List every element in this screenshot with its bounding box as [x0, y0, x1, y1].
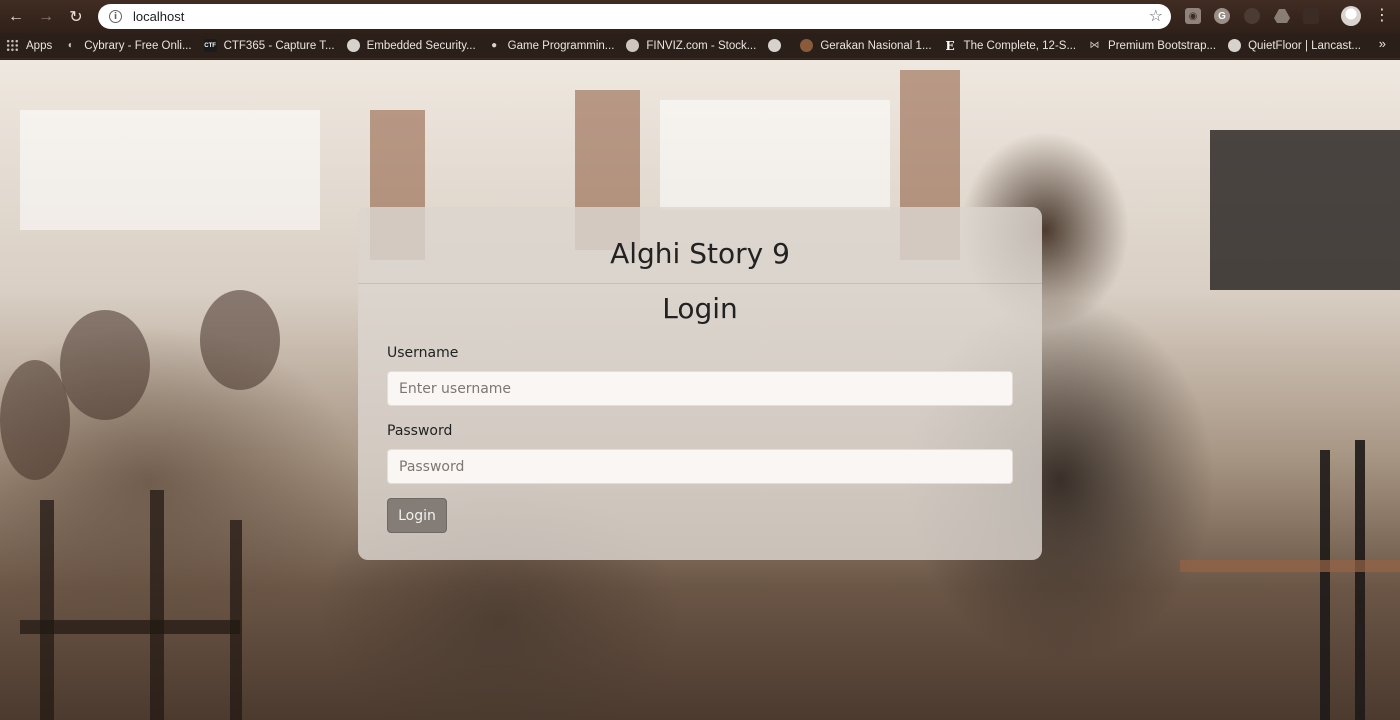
bow-icon: ⋈ [1089, 40, 1100, 51]
pin-icon: ● [491, 40, 498, 51]
bookmark-finviz[interactable]: FINVIZ.com - Stock... [620, 35, 762, 57]
info-icon[interactable]: i [109, 10, 122, 23]
login-button[interactable]: Login [387, 498, 447, 533]
apps-grid-icon [6, 39, 19, 52]
g-extension-icon[interactable]: G [1214, 8, 1230, 24]
address-bar[interactable]: i localhost ☆ [98, 4, 1171, 29]
bookmark-quietfloor[interactable]: QuietFloor | Lancast... [1222, 35, 1367, 57]
finviz-icon [626, 39, 640, 52]
kebab-menu-icon[interactable]: ⋮ [1374, 6, 1390, 26]
globe-icon [768, 39, 782, 52]
url-text[interactable]: localhost [133, 9, 184, 24]
back-arrow-icon[interactable]: ← [2, 3, 30, 31]
forward-arrow-icon[interactable]: → [32, 3, 60, 31]
bookmark-embedded-security[interactable]: Embedded Security... [341, 35, 482, 57]
reload-icon[interactable]: ↻ [62, 3, 90, 31]
browser-toolbar: ← → ↻ i localhost ☆ ◉ G ⋮ [0, 0, 1400, 33]
site-title: Alghi Story 9 [610, 237, 790, 270]
more-bookmarks-chevron-icon[interactable]: » [1379, 36, 1386, 51]
bookmark-cybrary[interactable]: ◐ Cybrary - Free Onli... [58, 35, 197, 57]
username-input[interactable] [387, 371, 1013, 406]
e-icon: E [945, 38, 955, 53]
login-card: Alghi Story 9 Login Username Password Lo… [358, 207, 1042, 560]
globe-icon [1228, 39, 1242, 52]
extension-icon[interactable] [1244, 8, 1260, 24]
divider [358, 283, 1042, 284]
login-heading: Login [662, 292, 738, 325]
password-input[interactable] [387, 449, 1013, 484]
camera-extension-icon[interactable]: ◉ [1185, 8, 1201, 24]
bookmark-gerakan-nasional[interactable]: Gerakan Nasional 1... [794, 35, 937, 57]
bookmark-game-programming[interactable]: ● Game Programmin... [482, 35, 621, 57]
bookmark-ctf365[interactable]: CTF CTF365 - Capture T... [198, 35, 341, 57]
drive-extension-icon[interactable] [1274, 8, 1290, 24]
extension-icon-2[interactable] [1303, 8, 1319, 24]
cybrary-icon: ◐ [67, 40, 74, 51]
bookmark-apps[interactable]: Apps [0, 35, 58, 57]
password-label: Password [387, 423, 453, 439]
profile-avatar[interactable] [1341, 6, 1361, 26]
bookmark-the-complete[interactable]: E The Complete, 12-S... [938, 35, 1083, 57]
bookmark-star-icon[interactable]: ☆ [1149, 6, 1163, 26]
globe-icon [346, 39, 360, 52]
username-label: Username [387, 345, 459, 361]
site-icon [800, 39, 814, 52]
bookmark-globe[interactable] [762, 35, 794, 57]
bookmark-premium-bootstrap[interactable]: ⋈ Premium Bootstrap... [1082, 35, 1222, 57]
bookmarks-bar: Apps ◐ Cybrary - Free Onli... CTF CTF365… [0, 33, 1400, 59]
ctf-icon: CTF [203, 39, 217, 52]
